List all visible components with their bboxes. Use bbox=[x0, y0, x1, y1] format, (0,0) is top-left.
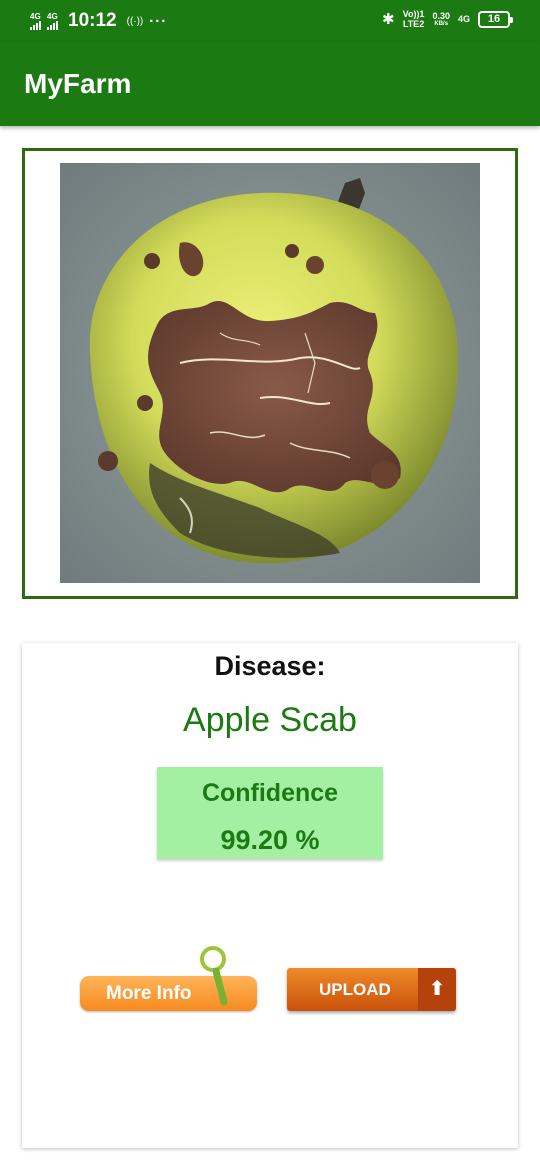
status-right: ✱ Vo))1 LTE2 0.30 KB/s 4G 16 bbox=[382, 9, 513, 29]
app-title: MyFarm bbox=[24, 68, 132, 99]
volte-indicator: Vo))1 LTE2 bbox=[402, 9, 425, 29]
confidence-value: 99.20 % bbox=[220, 825, 320, 855]
disease-name: Apple Scab bbox=[183, 701, 357, 739]
status-bar: 4G 4G 10:12 ((·)) ··· ✱ Vo))1 LTE2 0.30 … bbox=[0, 0, 540, 42]
battery-icon: 16 bbox=[478, 10, 513, 28]
more-info-label: More Info bbox=[106, 983, 192, 1004]
confidence-label: Confidence bbox=[201, 779, 339, 807]
signal-icon: 4G bbox=[47, 11, 58, 30]
result-card: Disease: Apple Scab Confidence 99.20 % M… bbox=[22, 643, 518, 1148]
status-time: 10:12 bbox=[68, 10, 117, 31]
app-bar: MyFarm bbox=[0, 42, 540, 126]
apple-image bbox=[60, 163, 480, 583]
more-notifications-icon: ··· bbox=[149, 12, 168, 30]
signal-icon: 4G bbox=[30, 11, 41, 30]
apple-photo bbox=[60, 163, 480, 583]
bluetooth-icon: ✱ bbox=[382, 11, 395, 28]
leaf-image-frame bbox=[22, 148, 518, 599]
network-type-2: 4G bbox=[47, 11, 58, 21]
hotspot-icon: ((·)) bbox=[126, 15, 144, 27]
more-info-button[interactable]: More Info bbox=[80, 946, 257, 1011]
network-speed: 0.30 KB/s bbox=[432, 10, 450, 27]
disease-label: Disease: bbox=[214, 651, 326, 681]
battery-level: 16 bbox=[487, 13, 501, 25]
magnifier-icon bbox=[200, 946, 228, 1006]
network-type-3: 4G bbox=[457, 14, 470, 24]
network-type-1: 4G bbox=[30, 11, 41, 21]
confidence-box: Confidence 99.20 % bbox=[157, 767, 383, 859]
upload-arrow-icon: ⬆ bbox=[418, 968, 456, 1011]
upload-label: UPLOAD bbox=[319, 980, 391, 999]
status-left: 4G 4G 10:12 ((·)) ··· bbox=[30, 10, 167, 32]
upload-button[interactable]: UPLOAD ⬆ bbox=[287, 968, 456, 1011]
